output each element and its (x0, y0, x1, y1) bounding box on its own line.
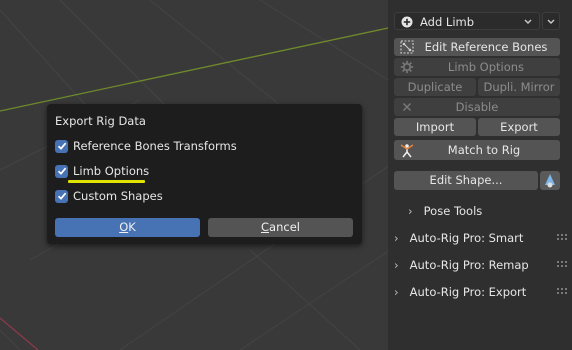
option-custom-shapes[interactable]: Custom Shapes (55, 187, 163, 205)
drag-grip-icon[interactable] (557, 234, 569, 242)
checkbox-checked-icon[interactable] (55, 189, 68, 203)
add-circle-icon (399, 13, 415, 31)
option-reference-bones-transforms[interactable]: Reference Bones Transforms (55, 137, 237, 155)
shape-mirror-button[interactable] (540, 171, 560, 190)
duplicate-button[interactable]: Duplicate (394, 78, 476, 96)
dialog-title: Export Rig Data (55, 114, 146, 128)
disable-label: Disable (455, 100, 499, 114)
edit-reference-bones-button[interactable]: Edit Reference Bones (394, 38, 560, 56)
chevron-right-icon: › (394, 258, 399, 272)
checkbox-checked-icon[interactable] (55, 164, 68, 178)
ok-mnemonic: O (119, 220, 129, 234)
limb-options-button[interactable]: Limb Options (394, 58, 560, 76)
close-icon (399, 98, 415, 116)
option-label: Reference Bones Transforms (73, 139, 237, 153)
ok-button[interactable]: OK (55, 218, 200, 237)
x-axis-line (0, 27, 389, 112)
gear-icon (399, 58, 415, 76)
duplicate-label: Duplicate (407, 80, 463, 94)
bone-frame-icon (399, 38, 415, 56)
match-to-rig-label: Match to Rig (447, 143, 521, 157)
drag-grip-icon[interactable] (557, 261, 569, 269)
arp-side-panel: Add Limb Edit Reference Bones Limb Optio… (388, 0, 572, 350)
import-button[interactable]: Import (394, 118, 476, 136)
checkbox-checked-icon[interactable] (55, 139, 68, 153)
y-axis-line (0, 317, 39, 350)
disable-button[interactable]: Disable (394, 98, 560, 116)
add-limb-label: Add Limb (420, 15, 475, 29)
arp-remap-label: Auto-Rig Pro: Remap (409, 258, 529, 272)
export-label: Export (500, 120, 538, 134)
option-label: Custom Shapes (73, 189, 163, 203)
arp-smart-label: Auto-Rig Pro: Smart (409, 231, 524, 245)
chevron-down-icon (547, 19, 555, 24)
arp-export-label: Auto-Rig Pro: Export (409, 285, 527, 299)
arp-export-section[interactable]: › Auto-Rig Pro: Export (394, 280, 566, 304)
chevron-down-icon (523, 13, 533, 36)
add-limb-dropdown[interactable]: Add Limb (394, 12, 540, 30)
chevron-right-icon: › (394, 231, 399, 245)
chevron-right-icon: › (394, 285, 399, 299)
dupli-mirror-button[interactable]: Dupli. Mirror (478, 78, 560, 96)
cancel-button[interactable]: Cancel (208, 218, 353, 237)
import-label: Import (415, 120, 455, 134)
pose-tools-section[interactable]: › Pose Tools (408, 199, 482, 223)
edit-shape-button[interactable]: Edit Shape... (394, 171, 538, 190)
export-button[interactable]: Export (478, 118, 560, 136)
ok-label-rest: K (128, 220, 136, 234)
cancel-label-rest: ancel (269, 220, 300, 234)
drag-grip-icon[interactable] (557, 288, 569, 296)
pose-tools-label: Pose Tools (423, 204, 483, 218)
edit-reference-bones-label: Edit Reference Bones (424, 40, 548, 54)
option-limb-options[interactable]: Limb Options (55, 162, 149, 180)
cancel-mnemonic: C (261, 220, 270, 234)
edit-shape-label: Edit Shape... (429, 173, 503, 187)
limb-options-label: Limb Options (447, 60, 525, 74)
export-rig-data-dialog: Export Rig Data Reference Bones Transfor… (47, 104, 362, 244)
chevron-right-icon: › (408, 204, 413, 218)
highlight-underline (68, 180, 145, 183)
arp-smart-section[interactable]: › Auto-Rig Pro: Smart (394, 226, 566, 250)
match-to-rig-button[interactable]: Match to Rig (394, 140, 560, 160)
arp-remap-section[interactable]: › Auto-Rig Pro: Remap (394, 253, 566, 277)
bone-shape-icon (545, 174, 555, 188)
add-limb-options-button[interactable] (542, 12, 560, 30)
option-label: Limb Options (73, 164, 150, 178)
armature-pose-icon (399, 140, 415, 160)
dupli-mirror-label: Dupli. Mirror (483, 80, 555, 94)
